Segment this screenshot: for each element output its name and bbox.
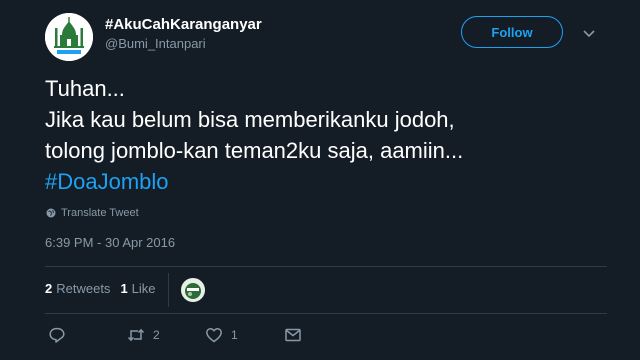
liker-avatar-icon <box>181 278 205 302</box>
avatar[interactable] <box>45 13 93 61</box>
like-count: 1 <box>231 328 238 342</box>
retweets-count: 2 <box>45 281 53 296</box>
reply-icon <box>49 327 65 343</box>
divider <box>45 313 607 314</box>
globe-icon <box>46 208 56 218</box>
direct-message-button[interactable] <box>284 326 302 344</box>
chevron-down-icon[interactable] <box>581 28 597 40</box>
likes-stat[interactable]: 1 Like <box>120 281 155 296</box>
engagement-stats: 2 Retweets 1 Like <box>45 281 166 296</box>
heart-icon <box>206 327 222 343</box>
retweets-stat[interactable]: 2 Retweets <box>45 281 110 296</box>
tweet-text: Tuhan... Jika kau belum bisa memberikank… <box>45 73 605 197</box>
like-button[interactable]: 1 <box>205 326 238 344</box>
mosque-logo-icon <box>45 13 93 61</box>
divider <box>168 273 169 307</box>
retweet-icon <box>127 328 145 342</box>
likes-count: 1 <box>120 281 128 296</box>
likes-label: Like <box>131 281 156 296</box>
timestamp[interactable]: 6:39 PM - 30 Apr 2016 <box>45 235 175 250</box>
retweets-label: Retweets <box>56 281 111 296</box>
display-name[interactable]: #AkuCahKaranganyar <box>105 16 262 33</box>
reply-button[interactable] <box>48 326 66 344</box>
follow-button[interactable]: Follow <box>461 16 563 48</box>
tweet-line: Jika kau belum bisa memberikanku jodoh, <box>45 107 455 132</box>
tweet-line: tolong jomblo-kan teman2ku saja, aamiin.… <box>45 138 464 163</box>
envelope-icon <box>285 328 301 342</box>
translate-label: Translate Tweet <box>61 207 139 219</box>
hashtag-link[interactable]: #DoaJomblo <box>45 166 605 197</box>
divider <box>45 266 607 267</box>
retweet-count: 2 <box>153 328 160 342</box>
tweet-line: Tuhan... <box>45 76 125 101</box>
retweet-button[interactable]: 2 <box>127 326 160 344</box>
liker-avatar[interactable] <box>181 278 205 302</box>
translate-tweet-link[interactable]: Translate Tweet <box>46 207 139 219</box>
action-bar: 2 1 <box>45 326 345 346</box>
user-handle[interactable]: @Bumi_Intanpari <box>105 36 206 51</box>
